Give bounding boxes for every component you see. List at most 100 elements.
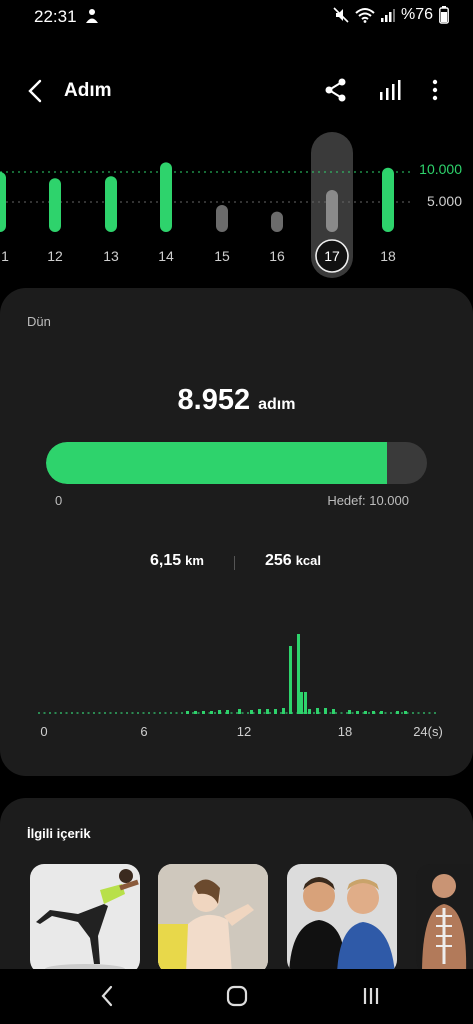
hourly-baseline-dot bbox=[335, 712, 337, 714]
hour-tick-3: 18 bbox=[337, 724, 353, 739]
hourly-baseline-dot bbox=[241, 712, 244, 714]
page-title: Adım bbox=[64, 80, 112, 101]
day-bar-15[interactable] bbox=[216, 205, 228, 232]
hourly-baseline-dot bbox=[170, 712, 172, 714]
hourly-baseline-dot bbox=[60, 712, 62, 714]
hourly-baseline-dot bbox=[384, 712, 387, 714]
more-vertical-icon[interactable] bbox=[426, 76, 444, 104]
day-label-16[interactable]: 16 bbox=[269, 248, 285, 264]
calories-stat: 256 kcal bbox=[265, 552, 321, 570]
hourly-baseline-dot bbox=[142, 712, 145, 714]
hourly-baseline-dot bbox=[346, 712, 348, 714]
hourly-baseline-dot bbox=[54, 712, 57, 714]
day-bar-16[interactable] bbox=[271, 211, 283, 232]
hourly-baseline-dot bbox=[428, 712, 431, 714]
hourly-baseline-dot bbox=[236, 712, 238, 714]
hourly-bar bbox=[380, 711, 383, 714]
stat-divider bbox=[234, 556, 235, 570]
day-bar-17[interactable] bbox=[326, 190, 338, 232]
day-bar-18[interactable] bbox=[382, 167, 394, 232]
hourly-baseline-dot bbox=[65, 712, 68, 714]
steps-value: 8.952 bbox=[177, 384, 251, 416]
share-icon[interactable] bbox=[322, 76, 350, 104]
hourly-baseline-dot bbox=[285, 712, 288, 714]
distance-unit: km bbox=[185, 553, 204, 568]
day-label-17[interactable]: 17 bbox=[324, 248, 340, 264]
hourly-baseline-dot bbox=[131, 712, 134, 714]
hourly-baseline-dot bbox=[93, 712, 95, 714]
hourly-baseline-dot bbox=[181, 712, 183, 714]
battery-icon bbox=[439, 6, 449, 24]
hourly-baseline-dot bbox=[269, 712, 271, 714]
hourly-baseline-dot bbox=[230, 712, 233, 714]
hourly-baseline-dot bbox=[104, 712, 106, 714]
anatomy-man-image[interactable] bbox=[416, 864, 473, 974]
summary-card: Dün 8.952 adım 0 Hedef: 10.000 6,15 km 256… bbox=[0, 288, 473, 776]
hourly-baseline-dot bbox=[197, 712, 200, 714]
hourly-peak-bar bbox=[289, 646, 292, 714]
back-arrow-icon[interactable] bbox=[22, 76, 50, 106]
hourly-baseline-dot bbox=[263, 712, 266, 714]
battery-percent: %76 bbox=[400, 6, 433, 23]
hourly-baseline-dot bbox=[115, 712, 117, 714]
stretching-woman-image[interactable] bbox=[158, 864, 268, 974]
hourly-baseline-dot bbox=[214, 712, 216, 714]
hourly-baseline-dot bbox=[313, 712, 315, 714]
period-label: Dün bbox=[27, 314, 51, 329]
hour-tick-1: 6 bbox=[140, 724, 148, 739]
distance-stat: 6,15 km bbox=[150, 552, 204, 570]
day-label-18[interactable]: 18 bbox=[380, 248, 396, 264]
bar-chart-icon[interactable] bbox=[378, 76, 404, 104]
hourly-baseline-dot bbox=[98, 712, 101, 714]
back-nav-icon[interactable] bbox=[92, 983, 122, 1009]
goal-label-high: 10.000 bbox=[419, 161, 462, 177]
wifi-icon bbox=[355, 8, 375, 23]
hourly-baseline-dot bbox=[401, 712, 403, 714]
day-label-12[interactable]: 12 bbox=[47, 248, 63, 264]
fitness-woman-image[interactable] bbox=[30, 864, 140, 974]
hourly-baseline-dot bbox=[368, 712, 370, 714]
hourly-baseline-dot bbox=[49, 712, 51, 714]
signal-icon bbox=[380, 9, 395, 22]
hourly-bar bbox=[258, 709, 261, 714]
hourly-baseline-dot bbox=[76, 712, 79, 714]
daily-steps-chart: 10.000 5.000 1 12 13 14 15 16 17 18 bbox=[0, 128, 473, 278]
hourly-baseline-dot bbox=[126, 712, 128, 714]
day-label-13[interactable]: 13 bbox=[103, 248, 119, 264]
recent-apps-icon[interactable] bbox=[356, 983, 386, 1009]
hourly-bar bbox=[324, 708, 327, 714]
day-bar-14[interactable] bbox=[160, 162, 172, 232]
hourly-baseline-dot bbox=[423, 712, 425, 714]
progress-min-label: 0 bbox=[55, 493, 63, 508]
day-bar-12[interactable] bbox=[49, 178, 61, 232]
progress-goal-label: Hedef: 10.000 bbox=[327, 493, 409, 508]
home-icon[interactable] bbox=[222, 983, 252, 1009]
day-label-1[interactable]: 1 bbox=[1, 248, 9, 264]
mute-icon bbox=[333, 7, 349, 23]
day-label-15[interactable]: 15 bbox=[214, 248, 230, 264]
hourly-baseline-dot bbox=[153, 712, 156, 714]
hourly-baseline-dot bbox=[71, 712, 73, 714]
day-bar-1[interactable] bbox=[0, 172, 6, 232]
header: Adım bbox=[0, 70, 473, 112]
day-label-14[interactable]: 14 bbox=[158, 248, 174, 264]
hourly-bar bbox=[186, 711, 189, 714]
hourly-bar bbox=[226, 710, 229, 714]
hourly-baseline-dot bbox=[87, 712, 90, 714]
hourly-baseline-dot bbox=[159, 712, 161, 714]
hour-tick-0: 0 bbox=[40, 724, 48, 739]
hourly-baseline-dot bbox=[175, 712, 178, 714]
hourly-bar bbox=[316, 708, 319, 714]
status-bar: 22:31 %76 bbox=[0, 0, 473, 36]
day-bar-13[interactable] bbox=[105, 176, 117, 232]
status-time: 22:31 bbox=[34, 7, 77, 26]
hourly-bar bbox=[218, 710, 221, 714]
two-men-image[interactable] bbox=[287, 864, 397, 974]
hourly-bar bbox=[372, 711, 375, 714]
distance-value: 6,15 bbox=[150, 552, 182, 569]
hourly-baseline-dot bbox=[192, 712, 194, 714]
status-icons: %76 bbox=[333, 6, 449, 24]
hourly-bar bbox=[266, 709, 269, 714]
calories-value: 256 bbox=[265, 552, 292, 569]
hourly-peak-bar bbox=[297, 634, 300, 714]
